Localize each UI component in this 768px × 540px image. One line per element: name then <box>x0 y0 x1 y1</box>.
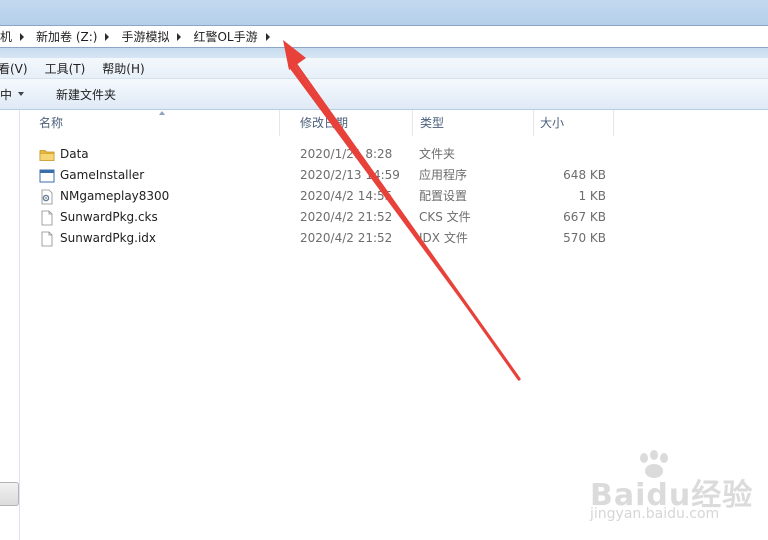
column-header-label: 修改日期 <box>300 116 349 130</box>
file-name-cell: Data <box>39 144 89 165</box>
include-in-library-button[interactable]: 中 <box>0 86 25 103</box>
menu-bar: 看(V) 工具(T) 帮助(H) <box>0 58 768 79</box>
file-type: 应用程序 <box>419 168 468 182</box>
menu-view[interactable]: 看(V) <box>0 60 37 77</box>
file-date: 2020/4/2 21:52 <box>300 231 393 245</box>
file-list-pane: 名称 修改日期 类型 大小 Data 2020/1/21 8:28 文件夹 Ga… <box>21 110 768 540</box>
file-type: 文件夹 <box>419 147 456 161</box>
column-header-label: 类型 <box>420 116 445 130</box>
column-header-label: 大小 <box>540 116 565 130</box>
breadcrumb-drive[interactable]: 新加卷 (Z:) <box>30 26 115 47</box>
command-bar: 中 新建文件夹 <box>0 79 768 110</box>
application-icon <box>39 169 55 182</box>
breadcrumb-label: 红警OL手游 <box>193 30 258 44</box>
address-bar[interactable]: 机 新加卷 (Z:) 手游模拟 红警OL手游 <box>0 25 768 48</box>
menu-help[interactable]: 帮助(H) <box>102 60 153 77</box>
menu-tools[interactable]: 工具(T) <box>45 60 95 77</box>
file-row[interactable]: SunwardPkg.cks 2020/4/2 21:52 CKS 文件 667… <box>21 207 768 228</box>
file-size: 648 KB <box>563 168 606 182</box>
file-name-cell: NMgameplay8300 <box>39 186 169 207</box>
file-date: 2020/2/13 14:59 <box>300 168 400 182</box>
breadcrumb-label: 机 <box>0 30 13 44</box>
column-header-row: 名称 修改日期 类型 大小 <box>21 110 768 136</box>
file-size: 570 KB <box>563 231 606 245</box>
column-header-name[interactable]: 名称 <box>21 110 280 136</box>
chevron-down-icon <box>18 92 25 96</box>
breadcrumb-computer[interactable]: 机 <box>0 26 30 47</box>
breadcrumb-folder-shouyou[interactable]: 手游模拟 <box>115 26 187 47</box>
document-icon <box>41 210 53 225</box>
column-header-type[interactable]: 类型 <box>413 110 534 136</box>
chevron-right-icon[interactable] <box>177 32 182 41</box>
config-file-icon <box>41 189 53 204</box>
file-date: 2020/4/2 14:55 <box>300 189 393 203</box>
document-icon <box>41 231 53 246</box>
file-name: GameInstaller <box>60 168 145 182</box>
column-header-date[interactable]: 修改日期 <box>280 110 413 136</box>
file-row[interactable]: Data 2020/1/21 8:28 文件夹 <box>21 144 768 165</box>
file-row[interactable]: SunwardPkg.idx 2020/4/2 21:52 IDX 文件 570… <box>21 228 768 249</box>
new-folder-button[interactable]: 新建文件夹 <box>56 86 116 103</box>
window-titlebar <box>0 0 768 25</box>
folder-icon <box>39 149 55 161</box>
breadcrumb-label: 手游模拟 <box>121 30 170 44</box>
navigation-pane <box>0 110 20 540</box>
file-type: 配置设置 <box>419 189 468 203</box>
column-header-size[interactable]: 大小 <box>534 110 614 136</box>
file-size: 667 KB <box>563 210 606 224</box>
file-row[interactable]: NMgameplay8300 2020/4/2 14:55 配置设置 1 KB <box>21 186 768 207</box>
file-date: 2020/4/2 21:52 <box>300 210 393 224</box>
address-toolbar-separator <box>0 48 768 58</box>
include-in-library-label: 中 <box>0 87 13 102</box>
file-size <box>539 144 606 165</box>
chevron-right-icon[interactable] <box>20 32 25 41</box>
file-type: CKS 文件 <box>419 210 471 224</box>
breadcrumb-folder-hongjing[interactable]: 红警OL手游 <box>187 26 275 47</box>
chevron-right-icon[interactable] <box>105 32 110 41</box>
navigation-pane-scrollbar-thumb[interactable] <box>0 482 19 506</box>
breadcrumb-label: 新加卷 (Z:) <box>36 30 98 44</box>
file-name-cell: SunwardPkg.idx <box>39 228 156 249</box>
file-name: NMgameplay8300 <box>60 189 170 203</box>
chevron-right-icon[interactable] <box>265 32 270 41</box>
file-size: 1 KB <box>578 189 606 203</box>
file-name: Data <box>60 147 89 161</box>
file-row[interactable]: GameInstaller 2020/2/13 14:59 应用程序 648 K… <box>21 165 768 186</box>
file-name-cell: SunwardPkg.cks <box>39 207 158 228</box>
sort-ascending-icon <box>159 111 165 115</box>
file-date: 2020/1/21 8:28 <box>300 147 393 161</box>
file-type: IDX 文件 <box>419 231 468 245</box>
file-name: SunwardPkg.idx <box>60 231 157 245</box>
file-name-cell: GameInstaller <box>39 165 144 186</box>
column-header-label: 名称 <box>39 116 64 130</box>
file-name: SunwardPkg.cks <box>60 210 158 224</box>
